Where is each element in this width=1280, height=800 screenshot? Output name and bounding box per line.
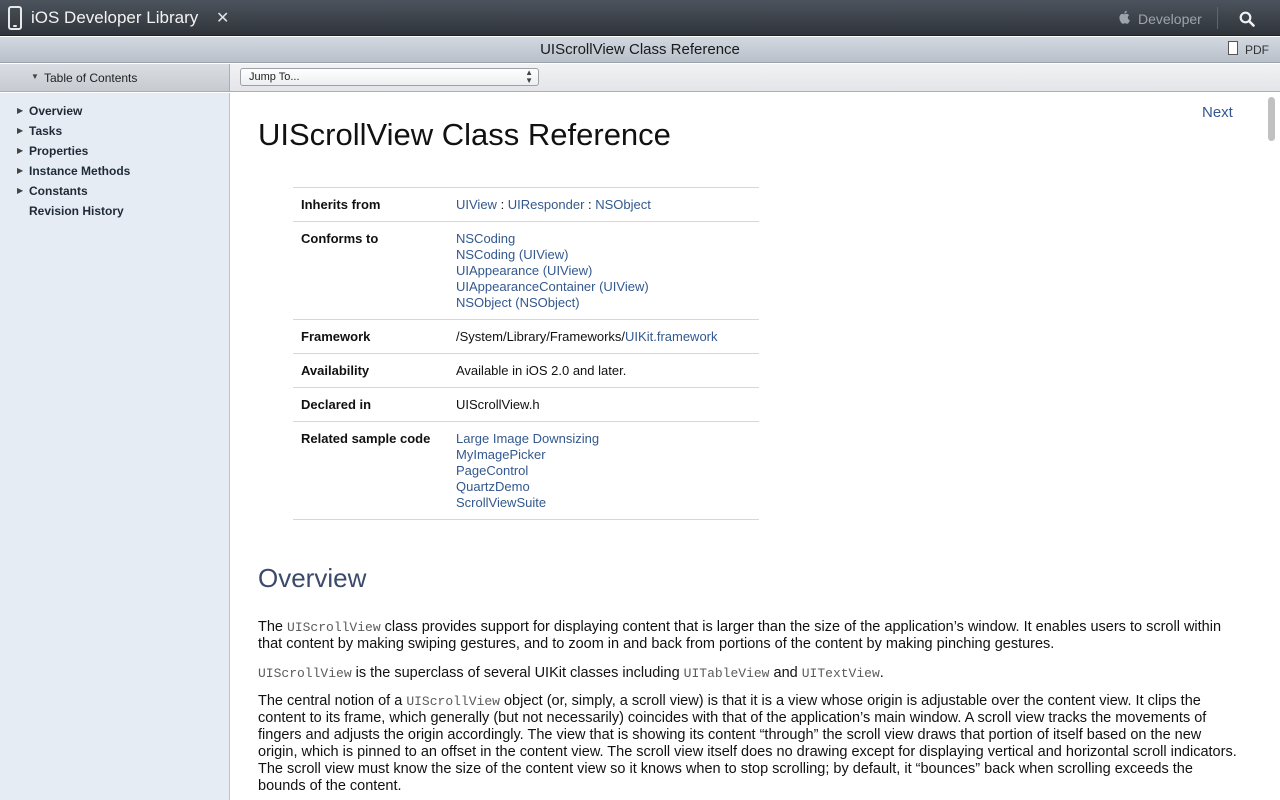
content-area: Next UIScrollView Class Reference Inheri… — [231, 93, 1280, 800]
library-title[interactable]: iOS Developer Library — [31, 8, 198, 28]
developer-link[interactable]: Developer — [1138, 11, 1202, 27]
toc-item-tasks[interactable]: ▶ Tasks — [0, 123, 229, 141]
conforms-link[interactable]: NSObject (NSObject) — [456, 295, 580, 310]
declared-value: UIScrollView.h — [456, 397, 540, 412]
framework-key: Framework — [301, 329, 371, 344]
toc-item-instance-methods[interactable]: ▶ Instance Methods — [0, 163, 229, 181]
text: and — [769, 665, 802, 681]
disclosure-right-icon[interactable]: ▶ — [17, 186, 23, 195]
sample-code-link[interactable]: PageControl — [456, 463, 528, 478]
text: is the superclass of several UIKit class… — [351, 665, 684, 681]
toc-header-label: Table of Contents — [44, 71, 138, 85]
code-uiscrollview: UIScrollView — [258, 666, 352, 681]
toc-item-label[interactable]: Overview — [29, 104, 82, 118]
apple-icon — [1119, 10, 1130, 24]
conforms-link[interactable]: UIAppearance (UIView) — [456, 263, 592, 278]
sample-code-link[interactable]: ScrollViewSuite — [456, 495, 546, 510]
jump-to-select[interactable]: Jump To... ▲ ▼ — [240, 68, 539, 86]
separator: : — [584, 197, 596, 212]
toc-item-constants[interactable]: ▶ Constants — [0, 183, 229, 201]
search-icon[interactable] — [1239, 11, 1255, 27]
table-row: Conforms to NSCoding NSCoding (UIView) U… — [293, 222, 759, 320]
disclosure-down-icon: ▼ — [31, 72, 39, 81]
inherits-key: Inherits from — [301, 197, 381, 212]
toc-item-overview[interactable]: ▶ Overview — [0, 103, 229, 121]
framework-path: /System/Library/Frameworks/ — [456, 329, 626, 344]
text: . — [879, 665, 884, 681]
table-row: Framework /System/Library/Frameworks/UIK… — [293, 320, 759, 354]
inherits-link[interactable]: NSObject — [595, 197, 651, 212]
top-bar: iOS Developer Library ✕ Developer — [0, 0, 1280, 36]
page-title: UIScrollView Class Reference — [258, 117, 671, 152]
toc-item-label[interactable]: Instance Methods — [29, 164, 130, 178]
toc-item-label[interactable]: Constants — [29, 184, 88, 198]
toc-item-properties[interactable]: ▶ Properties — [0, 143, 229, 161]
document-title-bar: UIScrollView Class Reference PDF — [0, 37, 1280, 63]
overview-paragraph-3: The central notion of a UIScrollView obj… — [258, 693, 1238, 795]
framework-value: /System/Library/Frameworks/UIKit.framewo… — [456, 329, 718, 345]
table-row: Related sample code Large Image Downsizi… — [293, 422, 759, 520]
tools-icon[interactable]: ✕ — [216, 8, 229, 28]
toc-item-label[interactable]: Tasks — [29, 124, 62, 138]
toc-item-label[interactable]: Properties — [29, 144, 88, 158]
class-info-table: Inherits from UIView : UIResponder : NSO… — [293, 187, 759, 520]
document-title: UIScrollView Class Reference — [540, 41, 740, 58]
inherits-value: UIView : UIResponder : NSObject — [456, 197, 651, 213]
framework-link[interactable]: UIKit.framework — [625, 329, 717, 344]
pdf-icon[interactable] — [1228, 41, 1238, 55]
overview-paragraph-2: UIScrollView is the superclass of severa… — [258, 665, 1238, 682]
conforms-link[interactable]: NSCoding — [456, 231, 515, 246]
next-link[interactable]: Next — [1202, 104, 1233, 121]
jump-to-label: Jump To... — [249, 71, 300, 83]
table-row: Inherits from UIView : UIResponder : NSO… — [293, 188, 759, 222]
select-arrows-icon: ▲ ▼ — [525, 68, 533, 85]
inherits-link[interactable]: UIView — [456, 197, 497, 212]
conforms-value: NSCoding NSCoding (UIView) UIAppearance … — [456, 231, 649, 311]
separator: : — [496, 197, 508, 212]
text: The central notion of a — [258, 693, 407, 709]
disclosure-right-icon[interactable]: ▶ — [17, 166, 23, 175]
sample-code-link[interactable]: Large Image Downsizing — [456, 431, 599, 446]
overview-heading: Overview — [258, 563, 367, 593]
table-row: Availability Available in iOS 2.0 and la… — [293, 354, 759, 388]
conforms-link[interactable]: UIAppearanceContainer (UIView) — [456, 279, 649, 294]
code-uiscrollview: UIScrollView — [406, 694, 500, 709]
sample-code-link[interactable]: QuartzDemo — [456, 479, 530, 494]
toc-sidebar: ▶ Overview ▶ Tasks ▶ Properties ▶ Instan… — [0, 93, 230, 800]
conforms-link[interactable]: NSCoding (UIView) — [456, 247, 568, 262]
pdf-link[interactable]: PDF — [1245, 43, 1269, 57]
conforms-key: Conforms to — [301, 231, 379, 246]
disclosure-right-icon[interactable]: ▶ — [17, 126, 23, 135]
sample-code-link[interactable]: MyImagePicker — [456, 447, 546, 462]
toc-header[interactable]: ▼ Table of Contents — [0, 64, 230, 92]
scroll-thumb[interactable] — [1268, 97, 1275, 141]
disclosure-right-icon[interactable]: ▶ — [17, 146, 23, 155]
code-uiscrollview: UIScrollView — [287, 620, 381, 635]
disclosure-right-icon[interactable]: ▶ — [17, 106, 23, 115]
text: The — [258, 619, 288, 635]
availability-value: Available in iOS 2.0 and later. — [456, 363, 627, 378]
declared-key: Declared in — [301, 397, 372, 412]
phone-icon — [8, 6, 22, 30]
scrollbar[interactable] — [1266, 95, 1276, 800]
code-uitableview: UITableView — [683, 666, 770, 681]
toc-item-label[interactable]: Revision History — [29, 204, 124, 218]
divider — [1217, 7, 1218, 29]
overview-paragraph-1: The UIScrollView class provides support … — [258, 619, 1238, 653]
availability-key: Availability — [301, 363, 370, 378]
sample-code-value: Large Image Downsizing MyImagePicker Pag… — [456, 431, 599, 511]
text: class provides support for displaying co… — [258, 619, 1222, 652]
table-row: Declared in UIScrollView.h — [293, 388, 759, 422]
inherits-link[interactable]: UIResponder — [508, 197, 585, 212]
jump-bar: Jump To... ▲ ▼ — [230, 64, 1280, 92]
toc-item-revision-history[interactable]: Revision History — [0, 203, 229, 221]
sample-code-key: Related sample code — [301, 431, 431, 446]
code-uitextview: UITextView — [801, 666, 880, 681]
